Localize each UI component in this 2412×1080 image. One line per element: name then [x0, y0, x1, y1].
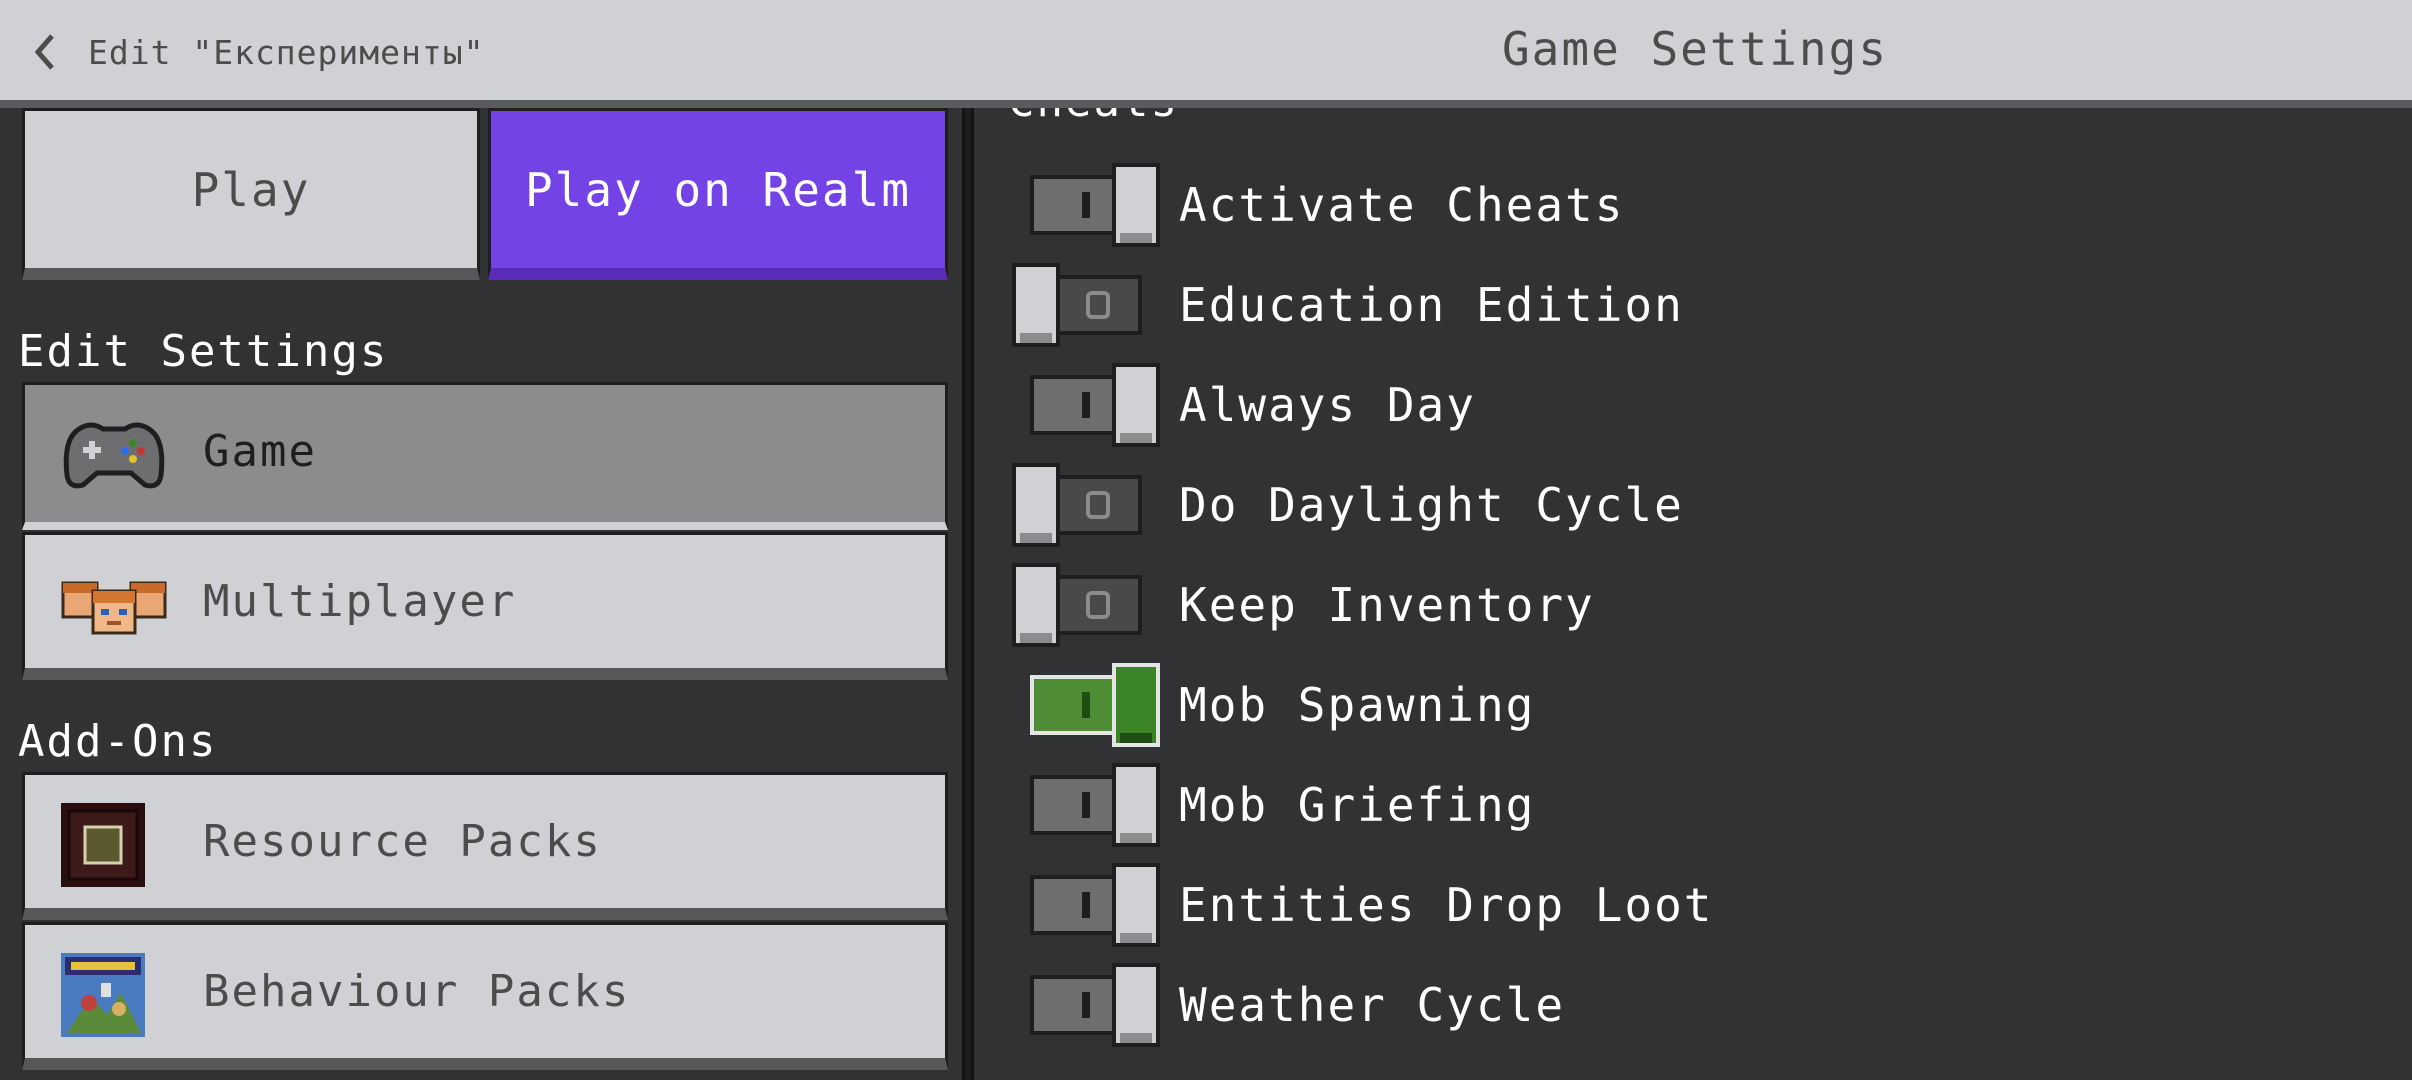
toggle-switch-keep-inventory[interactable] — [1012, 563, 1142, 647]
toggle-row-education-edition[interactable]: Education Edition — [974, 260, 2374, 350]
toggle-knob[interactable] — [1112, 363, 1160, 447]
panel-divider — [962, 108, 974, 1080]
toggle-label: Always Day — [1179, 378, 1476, 432]
toggle-on-mark-icon — [1082, 992, 1090, 1018]
toggle-knob[interactable] — [1112, 663, 1160, 747]
toggle-row-always-day[interactable]: Always Day — [974, 360, 2374, 450]
toggle-label: Entities Drop Loot — [1179, 878, 1714, 932]
toggle-row-mob-spawning[interactable]: Mob Spawning — [974, 660, 2374, 750]
page-title: Game Settings — [1501, 22, 1889, 76]
nav-item-behaviour-packs[interactable]: Behaviour Packs — [22, 922, 948, 1070]
settings-panel: Cheats Activate Cheats Education Edition A… — [974, 108, 2412, 1080]
toggle-label: Mob Spawning — [1179, 678, 1536, 732]
chevron-left-icon — [30, 24, 58, 80]
toggle-knob[interactable] — [1112, 163, 1160, 247]
toggle-knob[interactable] — [1112, 763, 1160, 847]
toggle-row-activate-cheats[interactable]: Activate Cheats — [974, 160, 2374, 250]
toggle-switch-always-day[interactable] — [1030, 363, 1160, 447]
edit-settings-heading: Edit Settings — [18, 326, 389, 377]
toggle-on-mark-icon — [1082, 692, 1090, 718]
toggle-knob[interactable] — [1012, 263, 1060, 347]
toggle-switch-weather-cycle[interactable] — [1030, 963, 1160, 1047]
toggle-on-mark-icon — [1082, 192, 1090, 218]
nav-item-multiplayer[interactable]: Multiplayer — [22, 532, 948, 680]
toggle-on-mark-icon — [1082, 392, 1090, 418]
toggle-label: Do Daylight Cycle — [1179, 478, 1684, 532]
toggle-row-keep-inventory[interactable]: Keep Inventory — [974, 560, 2374, 650]
left-panel: Play Play on Realm Edit Settings Game Mu… — [0, 108, 962, 1080]
toggle-row-do-daylight-cycle[interactable]: Do Daylight Cycle — [974, 460, 2374, 550]
nav-item-behaviour-packs-label: Behaviour Packs — [203, 966, 631, 1017]
play-button[interactable]: Play — [22, 108, 480, 280]
toggle-knob[interactable] — [1012, 563, 1060, 647]
toggle-off-mark-icon — [1086, 591, 1110, 619]
toggle-row-weather-cycle[interactable]: Weather Cycle — [974, 960, 2374, 1050]
toggle-switch-mob-spawning[interactable] — [1030, 663, 1160, 747]
toggle-label: Weather Cycle — [1179, 978, 1566, 1032]
toggle-switch-mob-griefing[interactable] — [1030, 763, 1160, 847]
nav-item-game[interactable]: Game — [22, 382, 948, 530]
back-button-label: Edit "Експерименты" — [88, 32, 485, 72]
players-faces-icon — [61, 565, 167, 645]
nav-item-game-label: Game — [203, 426, 317, 477]
resource-pack-icon — [61, 803, 145, 887]
toggle-off-mark-icon — [1086, 491, 1110, 519]
toggle-label: Activate Cheats — [1179, 178, 1625, 232]
toggle-row-entities-drop-loot[interactable]: Entities Drop Loot — [974, 860, 2374, 950]
controller-icon — [61, 415, 167, 495]
toggle-label: Keep Inventory — [1179, 578, 1595, 632]
toggle-switch-education-edition[interactable] — [1012, 263, 1142, 347]
nav-item-multiplayer-label: Multiplayer — [203, 576, 517, 627]
addons-heading: Add-Ons — [18, 716, 218, 767]
toggle-switch-do-daylight-cycle[interactable] — [1012, 463, 1142, 547]
toggle-row-mob-griefing[interactable]: Mob Griefing — [974, 760, 2374, 850]
cheats-section-heading: Cheats — [1008, 108, 1179, 127]
toggle-label: Education Edition — [1179, 278, 1684, 332]
nav-item-resource-packs[interactable]: Resource Packs — [22, 772, 948, 920]
toggle-on-mark-icon — [1082, 792, 1090, 818]
header-bar: Edit "Експерименты" Game Settings — [0, 0, 2412, 108]
back-button[interactable]: Edit "Експерименты" — [30, 24, 490, 80]
nav-item-resource-packs-label: Resource Packs — [203, 816, 602, 867]
toggle-off-mark-icon — [1086, 291, 1110, 319]
behaviour-pack-icon — [61, 953, 145, 1037]
toggle-on-mark-icon — [1082, 892, 1090, 918]
toggle-knob[interactable] — [1112, 863, 1160, 947]
toggle-knob[interactable] — [1012, 463, 1060, 547]
toggle-label: Mob Griefing — [1179, 778, 1536, 832]
toggle-switch-activate-cheats[interactable] — [1030, 163, 1160, 247]
play-on-realm-button[interactable]: Play on Realm — [488, 108, 948, 280]
toggle-switch-entities-drop-loot[interactable] — [1030, 863, 1160, 947]
toggle-knob[interactable] — [1112, 963, 1160, 1047]
